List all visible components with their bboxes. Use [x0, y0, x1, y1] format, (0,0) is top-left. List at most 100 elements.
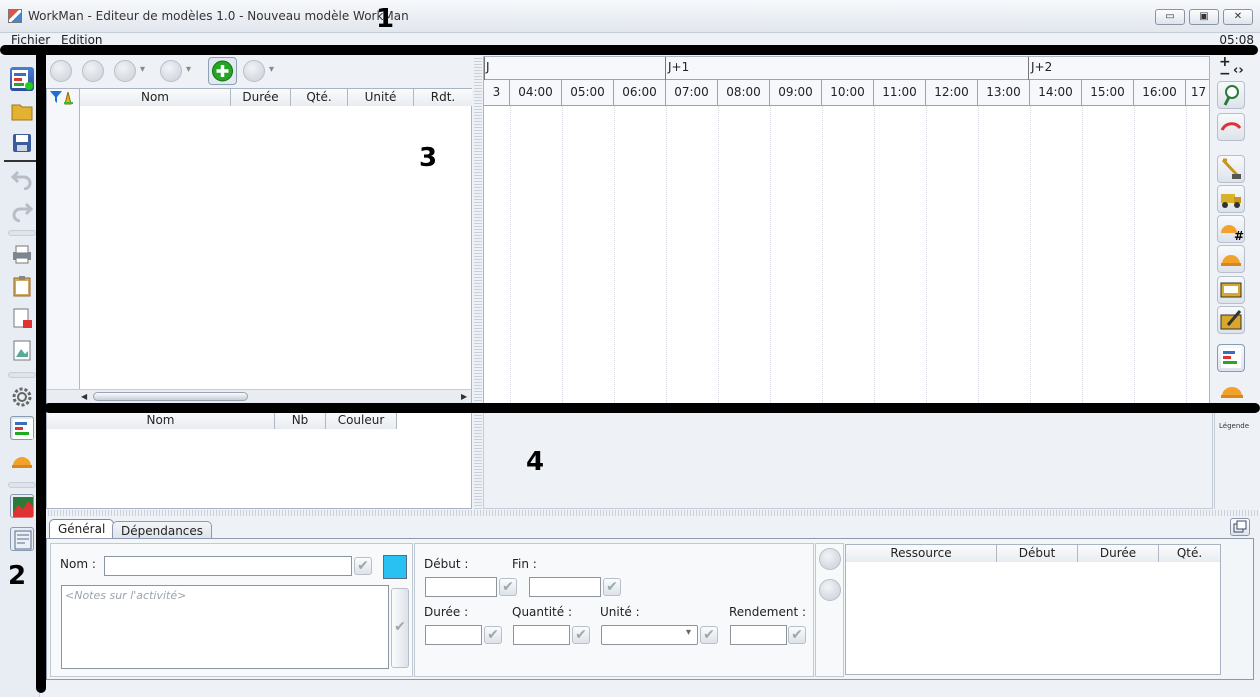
add-activity-button[interactable]	[208, 57, 237, 85]
undo-icon[interactable]	[10, 166, 34, 191]
gantt-legend-icon[interactable]	[1217, 344, 1245, 372]
notes-placeholder: <Notes sur l'activité>	[65, 589, 187, 602]
debut-validate-icon[interactable]: ✔	[499, 578, 517, 596]
unite-validate-icon[interactable]: ✔	[700, 626, 718, 644]
hardhat-icon[interactable]	[10, 449, 34, 473]
annotation-bar-left	[36, 48, 46, 693]
callout-1: 1	[376, 4, 395, 34]
truck-resource-icon[interactable]	[1217, 185, 1245, 213]
legend-col-nom[interactable]: Nom	[47, 412, 275, 429]
toolbar-divider	[4, 160, 38, 162]
image-export-icon[interactable]	[10, 338, 34, 362]
name-label: Nom :	[60, 557, 96, 571]
res-col-duree[interactable]: Durée	[1078, 545, 1159, 562]
vertical-splitter[interactable]	[474, 56, 482, 511]
settings-gear-icon[interactable]	[10, 385, 34, 409]
tab-general[interactable]: Général	[49, 519, 115, 538]
gantt-view-icon[interactable]	[10, 416, 34, 440]
hour-cell: 04:00	[510, 80, 562, 106]
scrollbar-thumb[interactable]	[93, 392, 248, 401]
res-col-debut[interactable]: Début	[997, 545, 1078, 562]
detach-panel-icon[interactable]	[1230, 518, 1250, 536]
pdf-export-icon[interactable]	[10, 306, 34, 330]
add-resource-icon[interactable]	[819, 548, 841, 570]
scroll-left-icon[interactable]: ◀	[81, 392, 87, 401]
fin-field[interactable]	[529, 577, 601, 597]
open-folder-icon[interactable]	[10, 99, 34, 123]
debut-field[interactable]	[425, 577, 497, 597]
new-model-icon[interactable]	[10, 67, 34, 91]
duree-field[interactable]	[425, 625, 482, 645]
callout-2: 2	[8, 561, 27, 591]
save-icon[interactable]	[10, 131, 34, 155]
legend-chart-area	[483, 411, 1213, 509]
indent-dropdown-icon[interactable]: ▾	[186, 64, 191, 75]
gantt-grid	[484, 106, 1209, 403]
notes-validate-icon[interactable]: ✔	[391, 588, 409, 668]
next-icon[interactable]	[114, 60, 136, 82]
close-button[interactable]: ✕	[1223, 9, 1253, 25]
fit-width-icon[interactable]: ‹›	[1233, 63, 1244, 78]
link-tool-icon[interactable]	[1217, 113, 1245, 141]
zoom-out-icon[interactable]: −	[1219, 67, 1231, 81]
legend-col-couleur[interactable]: Couleur	[326, 412, 397, 429]
hour-cell: 11:00	[874, 80, 926, 106]
crane-resource-icon[interactable]	[1217, 155, 1245, 183]
delete-dropdown-icon[interactable]: ▾	[269, 64, 274, 75]
histogram-view-icon[interactable]	[10, 494, 34, 518]
name-field[interactable]	[104, 556, 352, 576]
color-swatch[interactable]	[383, 555, 407, 579]
rendement-validate-icon[interactable]: ✔	[788, 626, 806, 644]
col-nom[interactable]: Nom	[80, 89, 231, 106]
hardhat-small-icon[interactable]	[1219, 378, 1245, 400]
col-qte[interactable]: Qté.	[291, 89, 348, 106]
quantite-field[interactable]	[513, 625, 570, 645]
hour-cell: 09:00	[770, 80, 822, 106]
horizontal-splitter[interactable]	[46, 510, 1260, 516]
legend-col-nb[interactable]: Nb	[275, 412, 326, 429]
unite-select[interactable]	[601, 625, 698, 645]
col-rdt[interactable]: Rdt.	[414, 89, 472, 106]
hour-cell: 08:00	[718, 80, 770, 106]
material-resource-icon[interactable]	[1217, 276, 1245, 304]
day-label-j1: J+1	[668, 60, 690, 74]
unite-label: Unité :	[600, 605, 640, 619]
next-dropdown-icon[interactable]: ▾	[140, 64, 145, 75]
res-col-ressource[interactable]: Ressource	[846, 545, 997, 562]
name-validate-icon[interactable]: ✔	[354, 557, 372, 575]
maximize-button[interactable]: ▣	[1189, 9, 1219, 25]
duree-validate-icon[interactable]: ✔	[484, 626, 502, 644]
unite-dropdown-icon[interactable]: ▾	[686, 627, 691, 638]
row-header-column	[47, 89, 80, 389]
indent-icon[interactable]	[160, 60, 182, 82]
legend-table: Nom Nb Couleur	[46, 411, 472, 509]
print-icon[interactable]	[10, 242, 34, 266]
col-unite[interactable]: Unité	[348, 89, 414, 106]
delete-icon[interactable]	[243, 60, 265, 82]
previous-icon[interactable]	[82, 60, 104, 82]
fin-validate-icon[interactable]: ✔	[603, 578, 621, 596]
report-view-icon[interactable]	[10, 527, 34, 551]
first-icon[interactable]	[50, 60, 72, 82]
edit-resource-icon[interactable]	[1217, 306, 1245, 334]
res-col-qte[interactable]: Qté.	[1159, 545, 1220, 562]
remove-resource-icon[interactable]	[819, 579, 841, 601]
hour-cell: 10:00	[822, 80, 874, 106]
scroll-right-icon[interactable]: ▶	[461, 392, 467, 401]
hardhat-resource-icon[interactable]	[1217, 245, 1245, 273]
hour-cell: 3	[484, 80, 510, 106]
quantite-validate-icon[interactable]: ✔	[572, 626, 590, 644]
search-magnifier-icon[interactable]	[1217, 81, 1245, 109]
quantite-label: Quantité :	[512, 605, 572, 619]
rendement-field[interactable]	[730, 625, 787, 645]
minimize-button[interactable]: ▭	[1155, 9, 1185, 25]
hardhat-count-icon[interactable]: #	[1217, 215, 1245, 243]
redo-icon[interactable]	[10, 198, 34, 223]
filter-icon[interactable]	[49, 90, 77, 105]
hour-cell: 16:00	[1134, 80, 1186, 106]
clipboard-icon[interactable]	[10, 274, 34, 298]
col-duree[interactable]: Durée	[231, 89, 291, 106]
horizontal-scrollbar[interactable]: ◀ ▶	[47, 389, 471, 403]
annotation-bar-middle	[44, 403, 1260, 413]
toolbar-separator	[8, 372, 36, 378]
